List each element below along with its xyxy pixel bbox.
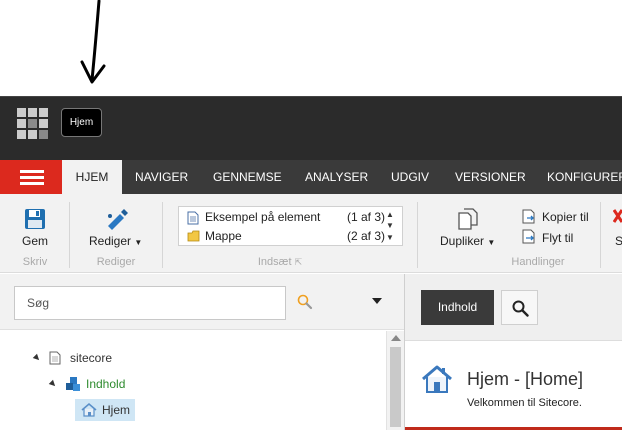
search-dropdown-icon[interactable] [372, 298, 382, 304]
insert-option-count: (1 af 3) [346, 210, 385, 224]
group-label-write: Skriv [22, 256, 48, 268]
hamburger-menu-icon[interactable] [0, 160, 62, 194]
ribbon-tab-bar: HJEM NAVIGER GENNEMSE ANALYSER UDGIV VER… [0, 148, 622, 194]
save-icon[interactable] [24, 208, 46, 230]
collapse-icon[interactable] [32, 353, 42, 363]
insert-option-name: Eksempel på element [205, 210, 321, 224]
duplicate-button[interactable]: Dupliker ▼ [440, 234, 495, 248]
home-item-icon [81, 402, 97, 417]
delete-button[interactable]: S [615, 234, 622, 248]
search-input[interactable] [14, 286, 286, 320]
insert-option-sample-item[interactable]: Eksempel på element (1 af 3) [179, 208, 389, 227]
item-subtitle: Velkommen til Sitecore. [467, 397, 582, 409]
folder-icon [187, 230, 200, 242]
group-label-edit: Rediger [96, 256, 136, 268]
scroll-up-icon[interactable] [391, 335, 401, 341]
tab-versioner[interactable]: VERSIONER [455, 160, 526, 194]
tab-konfigurer[interactable]: KONFIGURER [547, 160, 622, 194]
search-icon [512, 300, 529, 317]
search-button[interactable] [501, 290, 538, 325]
save-button[interactable]: Gem [22, 234, 48, 248]
edit-icon[interactable] [105, 208, 129, 230]
move-to-icon [522, 229, 535, 244]
collapse-icon[interactable] [48, 379, 58, 389]
insert-option-name: Mappe [205, 229, 242, 243]
tab-gennemse[interactable]: GENNEMSE [213, 160, 282, 194]
copy-to-icon [522, 209, 535, 224]
expand-list-icon[interactable]: ▼ [386, 233, 394, 242]
scrollbar-thumb[interactable] [390, 347, 401, 427]
copy-to-button[interactable]: Kopier til [542, 210, 589, 224]
sitecore-root-icon [49, 351, 61, 365]
scroll-down-icon[interactable]: ▼ [386, 221, 394, 230]
insert-option-count: (2 af 3) [346, 229, 385, 243]
content-tree: sitecore Indhold Hjem [0, 331, 404, 430]
tree-search-bar [0, 274, 404, 330]
insert-options-list: Eksempel på element (1 af 3) Mappe (2 af… [178, 206, 403, 246]
content-editor-pane: Indhold Hjem - [Home] Velkommen til Site… [404, 274, 622, 430]
tab-udgiv[interactable]: UDGIV [391, 160, 429, 194]
screen: Hjem HJEM NAVIGER GENNEMSE ANALYSER UDGI… [0, 0, 622, 430]
tree-scrollbar[interactable] [386, 331, 404, 430]
annotation-arrow-icon [80, 0, 106, 84]
home-item-icon [422, 365, 452, 393]
content-root-icon [66, 377, 80, 391]
search-icon[interactable] [297, 294, 313, 310]
group-label-insert: Indsæt ⇱ [257, 256, 303, 268]
delete-icon[interactable] [613, 208, 622, 226]
ribbon: Gem Skriv Rediger ▼ Rediger Eksempel på … [0, 194, 622, 273]
insert-option-folder[interactable]: Mappe (2 af 3) [179, 227, 389, 246]
tab-hjem[interactable]: HJEM [62, 160, 122, 194]
tab-naviger[interactable]: NAVIGER [135, 160, 188, 194]
tab-analyser[interactable]: ANALYSER [305, 160, 368, 194]
item-editor: Hjem - [Home] Velkommen til Sitecore. [405, 340, 622, 430]
move-to-button[interactable]: Flyt til [542, 231, 573, 245]
tab-content[interactable]: Indhold [421, 290, 494, 325]
edit-button[interactable]: Rediger ▼ [89, 234, 142, 248]
group-label-actions: Handlinger [511, 256, 565, 268]
launchpad-grid-icon[interactable] [16, 107, 49, 140]
top-bar: Hjem [0, 96, 622, 148]
item-title: Hjem - [Home] [467, 369, 584, 389]
home-button[interactable]: Hjem [61, 108, 102, 137]
document-icon [187, 211, 199, 225]
duplicate-icon[interactable] [457, 208, 479, 230]
scroll-up-icon[interactable]: ▲ [386, 210, 394, 219]
